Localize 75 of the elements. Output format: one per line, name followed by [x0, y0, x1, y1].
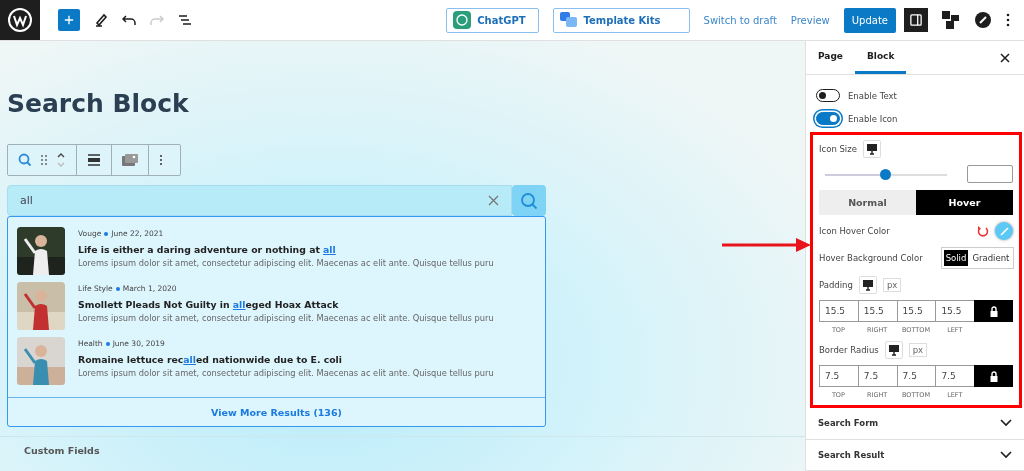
result-title[interactable]: Life is either a daring adventure or nothing at all — [78, 244, 494, 255]
dot-icon — [104, 231, 109, 236]
monitor-icon[interactable] — [858, 276, 877, 294]
fill-type-option[interactable]: Solid — [943, 250, 969, 266]
pencil-icon[interactable] — [94, 13, 108, 27]
state-tab[interactable]: Normal — [819, 190, 916, 215]
toolbar-link[interactable]: Switch to draft — [703, 14, 777, 26]
search-icon[interactable] — [18, 153, 32, 167]
image-icon[interactable] — [122, 153, 138, 167]
sidebar-panel-icon — [910, 13, 922, 27]
plus-icon — [64, 14, 74, 26]
chatgpt-icon — [453, 11, 472, 29]
reset-icon[interactable] — [977, 225, 989, 237]
field-label: Hover Background Color — [819, 253, 923, 263]
link-values-button[interactable] — [974, 300, 1013, 322]
panel-section-header[interactable]: Search Form — [806, 408, 1024, 440]
toggle-switch[interactable] — [816, 112, 840, 125]
undo-icon[interactable] — [122, 14, 136, 26]
custom-fields-bar[interactable]: Custom Fields — [0, 436, 805, 471]
dimension-input[interactable]: 15.5 — [857, 300, 898, 322]
lock-icon — [988, 305, 999, 317]
settings-toggle-button[interactable] — [904, 8, 928, 32]
dimension-input[interactable]: 15.5 — [896, 300, 937, 322]
close-icon[interactable] — [1000, 52, 1010, 63]
plugin-icon[interactable] — [974, 11, 992, 29]
link-values-button[interactable] — [974, 365, 1013, 387]
field-label: Icon Hover Color — [819, 226, 890, 236]
field-label: Icon Size — [819, 144, 857, 154]
toggle-label: Enable Icon — [848, 113, 898, 124]
color-swatch[interactable] — [995, 222, 1013, 240]
search-field[interactable]: all — [7, 185, 512, 216]
dot-icon — [105, 341, 110, 346]
align-icon[interactable] — [87, 154, 101, 166]
sidebar-tab[interactable]: Page — [806, 41, 855, 74]
field-label: Padding — [819, 280, 853, 290]
unit-selector[interactable]: px — [882, 278, 902, 292]
toggle-switch[interactable] — [816, 89, 840, 102]
toolbar-link[interactable]: Preview — [790, 14, 830, 26]
result-excerpt: Lorems ipsum dolor sit amet, consectetur adipiscing elit. Maecenas ac elit ante. Quisque tellus puru — [78, 368, 494, 378]
wordpress-logo[interactable] — [0, 0, 40, 40]
dimension-input[interactable]: 7.5 — [896, 365, 937, 387]
dot-icon — [115, 286, 120, 291]
result-excerpt: Lorems ipsum dolor sit amet, consectetur adipiscing elit. Maecenas ac elit ante. Quisque tellus puru — [78, 313, 494, 323]
update-button[interactable]: Update — [843, 7, 896, 33]
monitor-icon[interactable] — [862, 140, 881, 158]
blocks-icon[interactable] — [942, 11, 960, 29]
clear-icon[interactable] — [488, 195, 499, 206]
slider-thumb[interactable] — [879, 168, 891, 180]
icon-size-input[interactable] — [967, 165, 1013, 183]
unit-selector[interactable]: px — [908, 343, 928, 357]
result-title[interactable]: Romaine lettuce recalled nationwide due to E. coli — [78, 354, 494, 365]
list-view-icon[interactable] — [178, 14, 192, 26]
icon-size-slider[interactable] — [825, 168, 947, 180]
result-title[interactable]: Smollett Pleads Not Guilty in alleged Hoax Attack — [78, 299, 494, 310]
dimension-input[interactable]: 7.5 — [819, 365, 859, 387]
more-options-icon[interactable] — [1006, 13, 1010, 27]
panel-section-header[interactable]: Search Result — [806, 439, 1024, 471]
lock-icon — [988, 370, 999, 382]
fill-type-option[interactable]: Gradient — [970, 250, 1012, 266]
sidebar-tab[interactable]: Block — [855, 41, 907, 74]
page-title: Search Block — [7, 89, 190, 118]
search-icon — [520, 191, 538, 210]
template-kits-button[interactable]: Template Kits — [552, 7, 690, 33]
stacked-squares-icon — [559, 12, 578, 28]
result-excerpt: Lorems ipsum dolor sit amet, consectetur adipiscing elit. Maecenas ac elit ante. Quisque tellus puru — [78, 258, 494, 268]
drag-handle-icon[interactable] — [41, 155, 47, 165]
dimension-input[interactable]: 7.5 — [857, 365, 898, 387]
chatgpt-button[interactable]: ChatGPT — [446, 7, 539, 33]
state-tab[interactable]: Hover — [916, 190, 1013, 215]
add-block-button[interactable] — [58, 9, 80, 31]
toggle-label: Enable Text — [848, 90, 897, 101]
monitor-icon[interactable] — [884, 341, 903, 359]
dimension-input[interactable]: 15.5 — [819, 300, 859, 322]
view-more-link[interactable]: View More Results (136) — [8, 397, 545, 426]
field-label: Border Radius — [819, 345, 879, 355]
